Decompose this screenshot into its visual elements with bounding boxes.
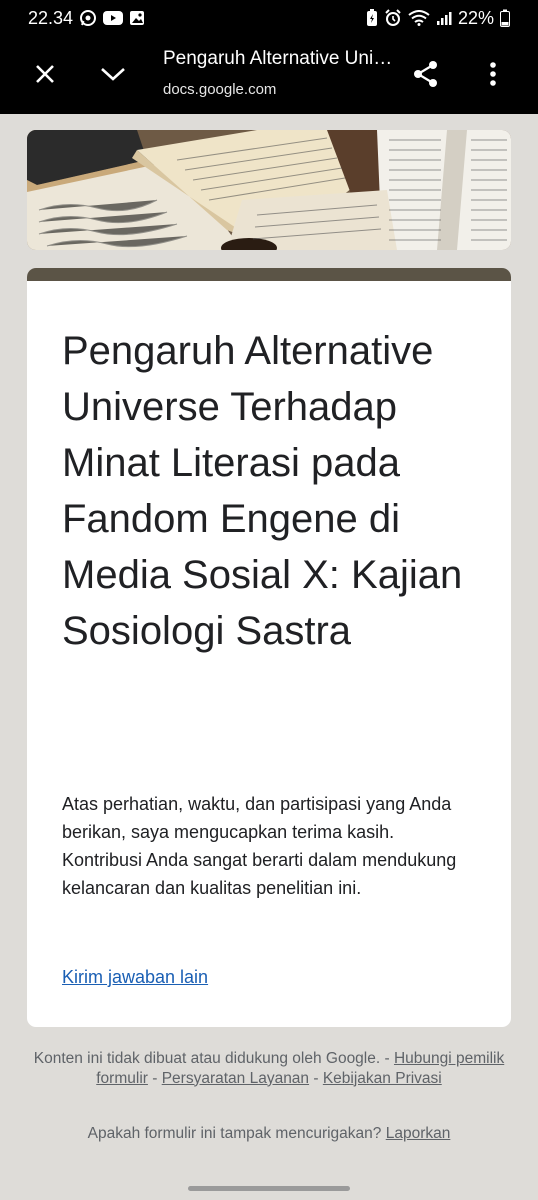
more-options-button[interactable] — [471, 52, 515, 96]
signal-icon — [436, 10, 452, 26]
battery-percent: 22% — [457, 7, 494, 28]
footer-separator: - — [380, 1050, 394, 1067]
privacy-link[interactable]: Kebijakan Privasi — [323, 1070, 442, 1087]
status-bar-right: 22% — [366, 8, 510, 29]
youtube-icon — [103, 10, 124, 26]
status-bar-left: 22.34 — [28, 8, 145, 29]
expand-button[interactable] — [91, 52, 135, 96]
alarm-icon — [384, 9, 402, 27]
status-bar: 22.34 22% — [0, 0, 538, 36]
battery-saver-icon — [366, 9, 378, 27]
header-banner-image — [27, 130, 511, 250]
report-line: Apakah formulir ini tampak mencurigakan?… — [27, 1125, 511, 1143]
report-link[interactable]: Laporkan — [386, 1125, 451, 1142]
confirmation-message: Atas perhatian, waktu, dan partisipasi y… — [62, 794, 457, 898]
page-url: docs.google.com — [163, 81, 277, 98]
browser-toolbar: Pengaruh Alternative Universe Terhadap M… — [0, 36, 538, 114]
form-title: Pengaruh Alternative Universe Terhadap M… — [62, 329, 463, 653]
page-title: Pengaruh Alternative Universe Terhadap M… — [163, 48, 393, 69]
close-button[interactable] — [23, 52, 67, 96]
battery-icon — [500, 9, 510, 27]
card-accent-strip — [27, 268, 511, 281]
wifi-icon — [408, 10, 430, 26]
terms-link[interactable]: Persyaratan Layanan — [162, 1070, 309, 1087]
gallery-icon — [129, 10, 145, 26]
footer-separator: - — [147, 1069, 162, 1087]
submit-another-link[interactable]: Kirim jawaban lain — [62, 967, 208, 988]
chevron-down-icon — [101, 68, 125, 81]
more-vert-icon — [490, 62, 496, 86]
gesture-home-bar[interactable] — [188, 1186, 350, 1191]
share-button[interactable] — [404, 52, 448, 96]
footer-disclaimer: Konten ini tidak dibuat atau didukung ol… — [33, 1050, 381, 1067]
whatsapp-icon — [79, 9, 97, 27]
footer: Konten ini tidak dibuat atau didukung ol… — [27, 1049, 511, 1088]
suspicious-question: Apakah formulir ini tampak mencurigakan? — [87, 1125, 382, 1142]
status-time: 22.34 — [28, 7, 74, 28]
close-icon — [36, 65, 54, 83]
footer-separator: - — [309, 1069, 323, 1087]
form-confirmation-card: Pengaruh Alternative Universe Terhadap M… — [27, 268, 511, 1027]
share-icon — [414, 61, 437, 87]
